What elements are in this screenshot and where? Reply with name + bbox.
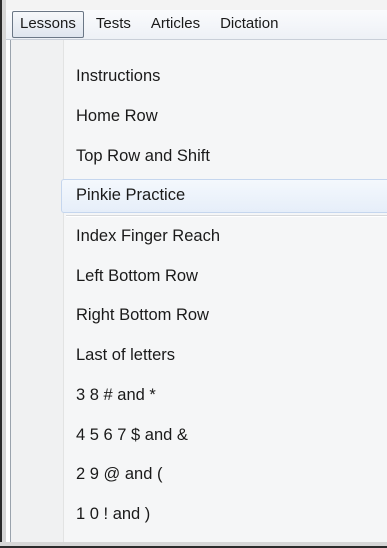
menu-bar: Lessons Tests Articles Dictation	[6, 10, 387, 40]
window-bottom-edge	[0, 542, 387, 548]
menu-item-label: 1 0 ! and )	[76, 504, 151, 523]
lessons-dropdown-menu: Instructions Home Row Top Row and Shift …	[10, 40, 387, 542]
menu-item-label: Left Bottom Row	[76, 266, 198, 285]
menu-item-home-row[interactable]: Home Row	[11, 97, 387, 137]
menu-item-list: Instructions Home Row Top Row and Shift …	[11, 57, 387, 534]
menu-item-label: Index Finger Reach	[76, 227, 220, 246]
menu-item-label: Right Bottom Row	[76, 306, 209, 325]
menu-item-index-finger-reach[interactable]: Index Finger Reach	[11, 217, 387, 257]
menu-item-2-9-at-paren[interactable]: 2 9 @ and (	[11, 455, 387, 495]
menu-item-top-row-and-shift[interactable]: Top Row and Shift	[11, 136, 387, 176]
menu-item-label: Pinkie Practice	[76, 186, 186, 205]
menu-item-right-bottom-row[interactable]: Right Bottom Row	[11, 296, 387, 336]
window-left-edge	[0, 0, 6, 548]
menu-item-left-bottom-row[interactable]: Left Bottom Row	[11, 256, 387, 296]
menu-articles[interactable]: Articles	[143, 11, 208, 38]
menu-item-label: Home Row	[76, 107, 158, 126]
menu-item-last-of-letters[interactable]: Last of letters	[11, 336, 387, 376]
menu-lessons[interactable]: Lessons	[12, 11, 84, 38]
menu-item-label: Instructions	[76, 67, 161, 86]
window-top-edge	[0, 0, 387, 10]
menu-item-instructions[interactable]: Instructions	[11, 57, 387, 97]
menu-item-label: 3 8 # and *	[76, 385, 156, 404]
menu-item-1-0-bang-paren[interactable]: 1 0 ! and )	[11, 495, 387, 535]
menu-dictation[interactable]: Dictation	[212, 11, 286, 38]
menu-item-label: Top Row and Shift	[76, 146, 210, 165]
menu-item-pinkie-practice[interactable]: Pinkie Practice	[11, 176, 387, 216]
menu-item-label: 2 9 @ and (	[76, 465, 163, 484]
menu-tests[interactable]: Tests	[88, 11, 139, 38]
menu-item-4-5-6-7-dollar-amp[interactable]: 4 5 6 7 $ and &	[11, 415, 387, 455]
menu-item-label: Last of letters	[76, 346, 176, 365]
app-window: Lessons Tests Articles Dictation Instruc…	[0, 0, 387, 548]
menu-item-label: 4 5 6 7 $ and &	[76, 425, 188, 444]
menu-item-3-8-hash-star[interactable]: 3 8 # and *	[11, 376, 387, 416]
